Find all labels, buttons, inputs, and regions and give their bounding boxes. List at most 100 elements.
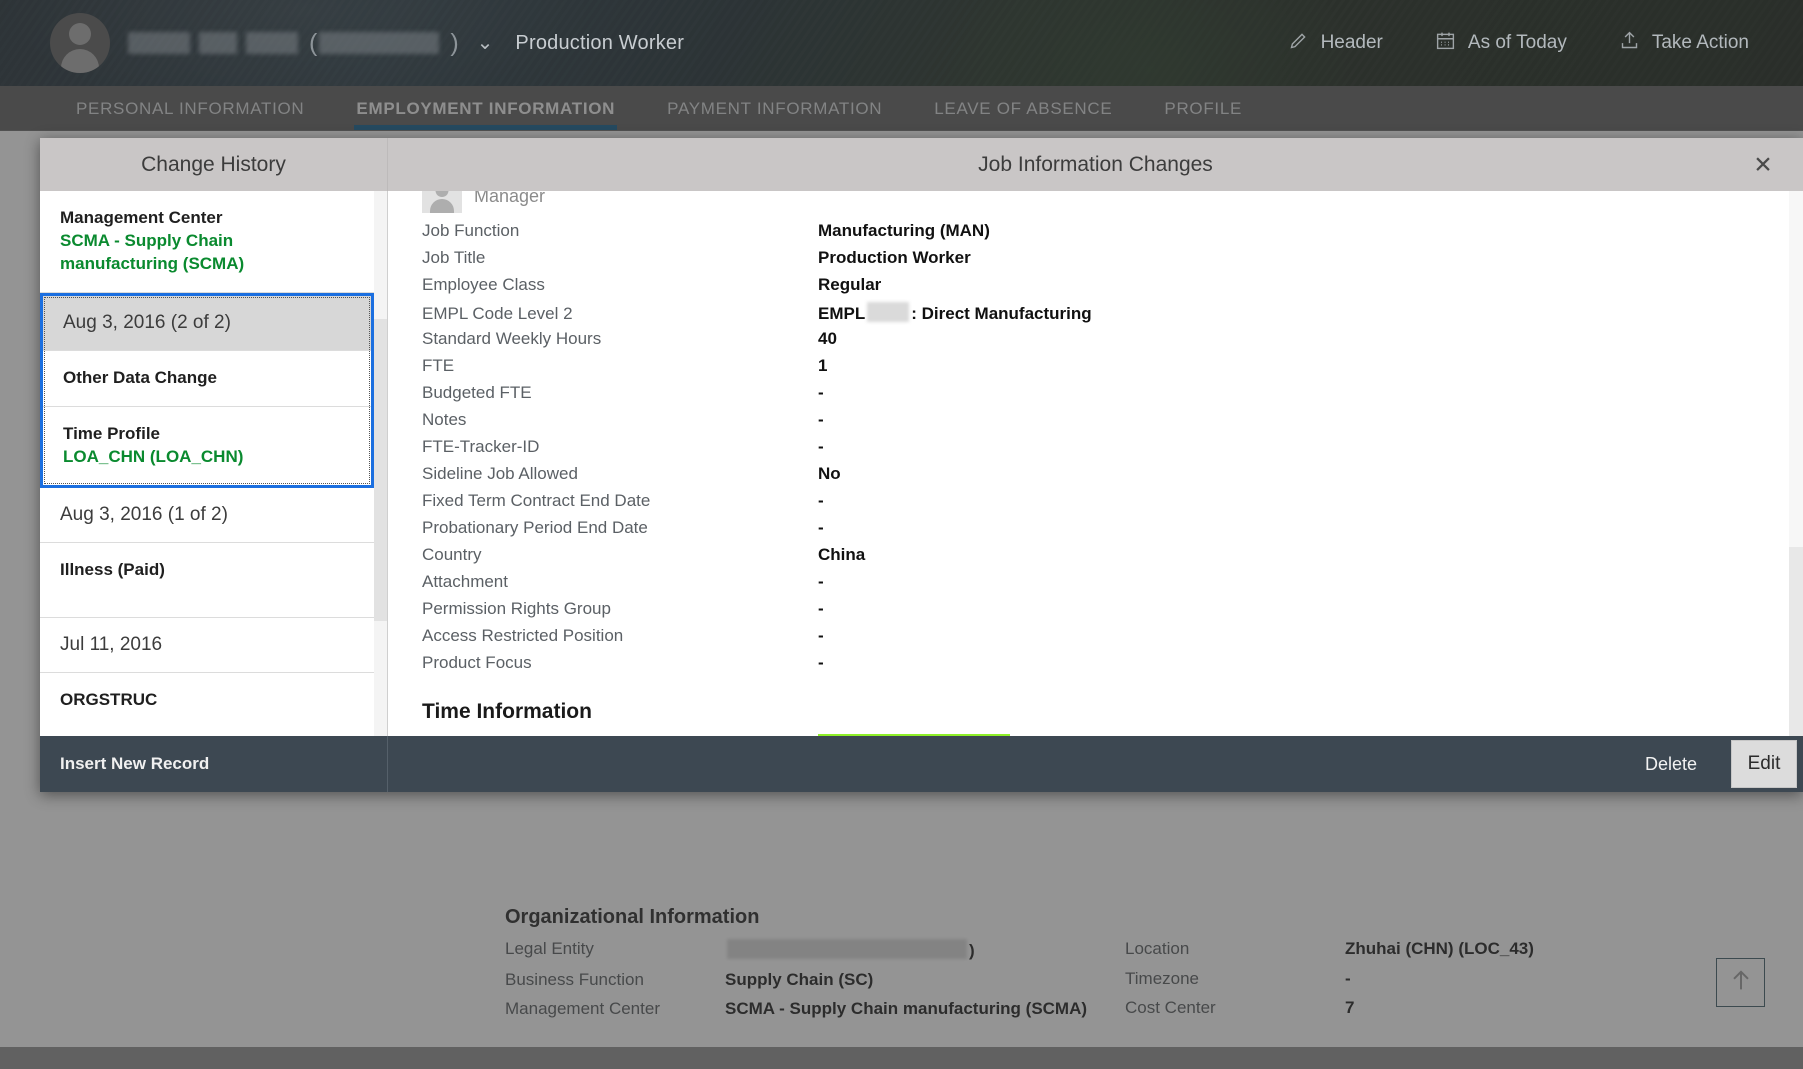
field-value: - (818, 437, 824, 456)
list-item-date[interactable]: Jul 11, 2016 (40, 617, 374, 673)
history-field-value (60, 712, 354, 731)
chevron-down-icon[interactable]: ⌄ (477, 30, 494, 55)
field-row: FTE-Tracker-ID - (422, 437, 1789, 464)
field-value: - (818, 518, 824, 537)
upload-icon (1619, 30, 1640, 57)
as-of-today-button[interactable]: As of Today (1409, 25, 1593, 61)
pencil-icon (1288, 30, 1309, 57)
field-row: Attachment - (422, 572, 1789, 599)
insert-new-record-button[interactable]: Insert New Record (40, 736, 388, 792)
field-value: No (818, 464, 841, 483)
list-item-date[interactable]: Aug 3, 2016 (2 of 2) (43, 295, 371, 351)
field-label: EMPL Code Level 2 (422, 304, 573, 323)
detail-scrollbar-track[interactable] (1789, 191, 1803, 736)
header-action-label: Header (1320, 32, 1383, 53)
field-value: - (818, 626, 824, 645)
field-label: Access Restricted Position (422, 626, 624, 645)
time-profile-value-wrapper: LOA_CHN (LOA_CHN) (818, 734, 1011, 736)
application-page: ( ) ⌄ Production Worker Header As of Tod… (0, 0, 1803, 1069)
job-information-detail-panel: Manager Job Function Manufacturing (MAN) … (388, 191, 1803, 736)
field-row: Probationary Period End Date - (422, 518, 1789, 545)
field-value: - (818, 572, 824, 591)
list-item[interactable]: Other Data Change (43, 350, 371, 407)
time-information-title: Time Information (422, 700, 592, 723)
field-label: Employee Class (422, 275, 545, 294)
field-value: - (818, 653, 824, 672)
job-information-fields: Job Function Manufacturing (MAN) Job Titl… (422, 221, 1789, 680)
field-label: Job Title (422, 248, 486, 267)
field-row: Country China (422, 545, 1789, 572)
field-label: Fixed Term Contract End Date (422, 491, 651, 510)
redacted-block (867, 302, 910, 322)
field-value: Manufacturing (MAN) (818, 221, 990, 240)
history-field-label: Management Center (60, 208, 223, 227)
detail-scrollport: Manager Job Function Manufacturing (MAN) … (388, 191, 1789, 736)
field-label: Product Focus (422, 653, 532, 672)
history-date: Jul 11, 2016 (60, 633, 163, 655)
change-history-list: Management Center SCMA - Supply Chain ma… (40, 191, 374, 736)
field-value: - (818, 383, 824, 402)
field-row: Access Restricted Position - (422, 626, 1789, 653)
delete-button[interactable]: Delete (1621, 754, 1721, 775)
field-row: Fixed Term Contract End Date - (422, 491, 1789, 518)
hero-actions: Header As of Today Take Action (1262, 25, 1803, 61)
employee-name-redacted: ( ) (128, 29, 461, 58)
time-profile-row: Time Profile LOA_CHN (LOA_CHN) (422, 730, 1789, 736)
field-label: Notes (422, 410, 467, 429)
field-label: Attachment (422, 572, 508, 591)
field-row: Sideline Job Allowed No (422, 464, 1789, 491)
manager-label: Manager (474, 191, 546, 206)
dialog-footer: Insert New Record Delete Edit (40, 736, 1803, 792)
field-label: Permission Rights Group (422, 599, 611, 618)
field-value: Regular (818, 275, 882, 294)
list-item[interactable]: Time Profile LOA_CHN (LOA_CHN) (43, 406, 371, 485)
change-history-title: Change History (40, 138, 388, 191)
list-item[interactable]: Illness (Paid) (40, 542, 374, 618)
field-value: 40 (818, 329, 837, 348)
take-action-label: Take Action (1651, 32, 1749, 53)
field-row: Notes - (422, 410, 1789, 437)
field-row: Permission Rights Group - (422, 599, 1789, 626)
change-history-scrollbar-thumb[interactable] (374, 319, 387, 621)
dialog-footer-actions: Delete Edit (388, 736, 1803, 792)
field-row: Budgeted FTE - (422, 383, 1789, 410)
list-item-date[interactable]: Aug 3, 2016 (1 of 2) (40, 487, 374, 543)
field-label: Standard Weekly Hours (422, 329, 602, 348)
list-item[interactable]: ORGSTRUC (40, 672, 374, 736)
dialog-header: Change History Job Information Changes ✕ (40, 138, 1803, 191)
dialog-title: Job Information Changes (978, 152, 1213, 176)
history-field-label: Other Data Change (63, 367, 217, 387)
dialog-title-area: Job Information Changes ✕ (388, 138, 1803, 191)
take-action-button[interactable]: Take Action (1593, 25, 1775, 61)
job-information-changes-dialog: Change History Job Information Changes ✕… (40, 138, 1803, 792)
field-value: - (818, 491, 824, 510)
field-label: Country (422, 545, 482, 564)
dialog-body: Management Center SCMA - Supply Chain ma… (40, 191, 1803, 736)
history-field-value: SCMA - Supply Chain manufacturing (SCMA) (60, 230, 245, 273)
selected-change-group[interactable]: Aug 3, 2016 (2 of 2) Other Data Change T… (40, 292, 374, 488)
detail-scrollbar-thumb[interactable] (1789, 547, 1803, 736)
profile-hero-banner: ( ) ⌄ Production Worker Header As of Tod… (0, 0, 1803, 86)
change-history-panel: Management Center SCMA - Supply Chain ma… (40, 191, 388, 736)
field-row: Product Focus - (422, 653, 1789, 680)
field-row: Job Title Production Worker (422, 248, 1789, 275)
as-of-today-label: As of Today (1467, 32, 1567, 53)
field-value: EMPL: Direct Manufacturing (818, 302, 1092, 323)
close-icon[interactable]: ✕ (1750, 153, 1776, 176)
change-history-scrollbar-track[interactable] (374, 191, 387, 736)
field-value: - (818, 599, 824, 618)
history-date: Aug 3, 2016 (2 of 2) (63, 311, 231, 333)
history-field-label: Illness (Paid) (60, 559, 165, 579)
field-value: 1 (818, 356, 828, 375)
field-row: Job Function Manufacturing (MAN) (422, 221, 1789, 248)
manager-row: Manager (422, 191, 1789, 213)
detail-content: Manager Job Function Manufacturing (MAN) … (388, 191, 1789, 736)
field-label: FTE (422, 356, 455, 375)
header-action-button[interactable]: Header (1262, 25, 1409, 61)
field-row: EMPL Code Level 2 EMPL: Direct Manufactu… (422, 302, 1789, 329)
list-item[interactable]: Management Center SCMA - Supply Chain ma… (40, 191, 374, 293)
page-title: Production Worker (515, 31, 685, 54)
edit-button[interactable]: Edit (1731, 740, 1797, 788)
field-label: Sideline Job Allowed (422, 464, 578, 483)
field-label: Job Function (422, 221, 520, 240)
